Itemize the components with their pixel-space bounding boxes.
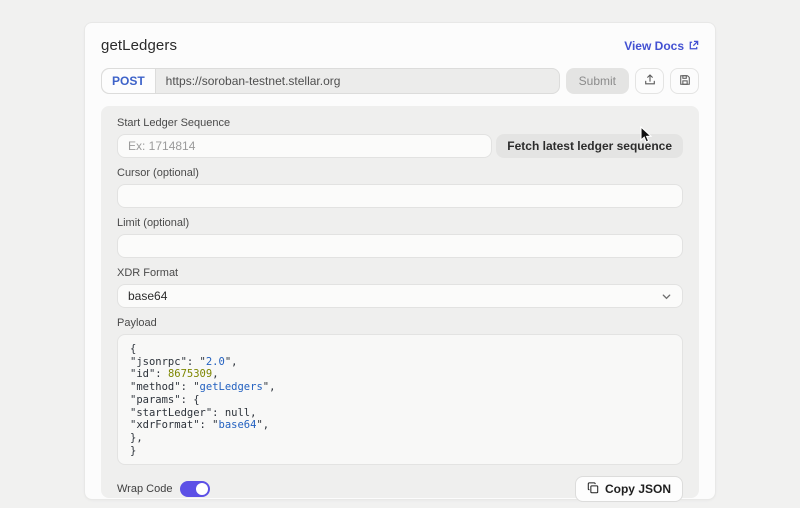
url-field-group: POST xyxy=(101,68,560,94)
xdr-format-field: XDR Format base64 xyxy=(117,267,683,308)
page-title: getLedgers xyxy=(101,37,177,54)
payload-label: Payload xyxy=(117,317,683,329)
start-ledger-field: Start Ledger Sequence Fetch latest ledge… xyxy=(117,117,683,158)
start-ledger-label: Start Ledger Sequence xyxy=(117,117,683,129)
cursor-label: Cursor (optional) xyxy=(117,167,683,179)
getledgers-card: getLedgers View Docs POST Submit xyxy=(84,22,716,500)
rpc-url-input[interactable] xyxy=(156,69,559,93)
wrap-code-label: Wrap Code xyxy=(117,483,172,495)
view-docs-link[interactable]: View Docs xyxy=(624,39,699,53)
wrap-code-toggle[interactable] xyxy=(180,481,210,497)
copy-json-button[interactable]: Copy JSON xyxy=(575,476,683,502)
payload-code-block[interactable]: { "jsonrpc": "2.0", "id": 8675309, "meth… xyxy=(117,334,683,465)
request-bar: POST Submit xyxy=(101,68,699,94)
view-docs-label: View Docs xyxy=(624,39,684,53)
copy-json-label: Copy JSON xyxy=(605,482,671,496)
submit-button[interactable]: Submit xyxy=(566,68,629,94)
save-icon xyxy=(679,74,691,89)
chevron-down-icon xyxy=(661,291,672,302)
cursor-field: Cursor (optional) xyxy=(117,167,683,208)
xdr-format-label: XDR Format xyxy=(117,267,683,279)
card-header: getLedgers View Docs xyxy=(101,37,699,54)
external-link-icon xyxy=(688,40,699,51)
fetch-latest-ledger-button[interactable]: Fetch latest ledger sequence xyxy=(496,134,683,158)
share-icon xyxy=(644,74,656,89)
params-panel: Start Ledger Sequence Fetch latest ledge… xyxy=(101,106,699,498)
panel-footer: Wrap Code Copy JSON xyxy=(117,476,683,502)
limit-label: Limit (optional) xyxy=(117,217,683,229)
limit-field: Limit (optional) xyxy=(117,217,683,258)
toggle-knob xyxy=(196,483,208,495)
xdr-format-selected-value: base64 xyxy=(128,289,167,303)
save-button[interactable] xyxy=(670,68,699,94)
share-button[interactable] xyxy=(635,68,664,94)
start-ledger-input[interactable] xyxy=(117,134,492,158)
cursor-input[interactable] xyxy=(117,184,683,208)
copy-icon xyxy=(587,482,599,497)
limit-input[interactable] xyxy=(117,234,683,258)
http-method-badge: POST xyxy=(102,69,156,93)
xdr-format-select[interactable]: base64 xyxy=(117,284,683,308)
payload-field: Payload { "jsonrpc": "2.0", "id": 867530… xyxy=(117,317,683,465)
